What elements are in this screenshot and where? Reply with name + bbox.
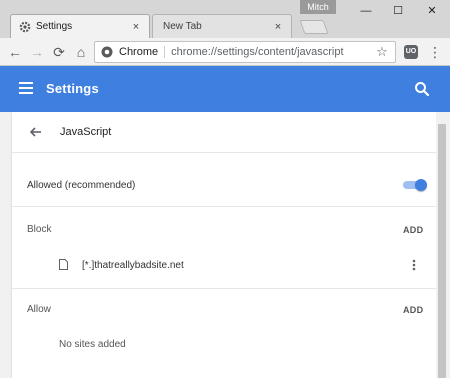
minimize-button[interactable]: — [352, 2, 380, 20]
allow-add-button[interactable]: ADD [403, 305, 423, 315]
page-title: JavaScript [60, 126, 112, 138]
tab-title: Settings [36, 21, 73, 32]
home-button[interactable]: ⌂ [72, 43, 90, 61]
tab-new-tab[interactable]: New Tab × [152, 14, 292, 38]
block-add-button[interactable]: ADD [403, 225, 423, 235]
menu-icon[interactable] [19, 82, 33, 94]
back-arrow-icon[interactable] [28, 124, 44, 140]
file-icon [59, 259, 68, 270]
blocked-site-pattern: [*.]thatreallybadsite.net [82, 260, 184, 271]
omnibox-chip: Chrome [119, 46, 166, 58]
allow-section-label: Allow [27, 304, 51, 315]
toggle-knob [415, 179, 427, 191]
block-section-label: Block [27, 224, 52, 235]
divider [12, 206, 436, 207]
divider [12, 152, 436, 153]
settings-header: Settings [0, 66, 450, 112]
gear-icon [19, 21, 31, 32]
search-icon[interactable] [414, 81, 430, 97]
scrollbar-thumb[interactable] [438, 124, 446, 378]
divider [12, 288, 436, 289]
back-button[interactable]: ← [6, 43, 24, 61]
address-bar[interactable]: Chrome chrome://settings/content/javascr… [94, 41, 396, 63]
reload-button[interactable]: ⟳ [50, 43, 68, 61]
tab-close-button[interactable]: × [271, 20, 285, 34]
more-actions-icon[interactable] [408, 258, 420, 272]
star-icon[interactable]: ☆ [375, 45, 389, 59]
tab-settings[interactable]: Settings × [10, 14, 150, 38]
extension-icon[interactable]: UO [404, 45, 418, 59]
profile-badge[interactable]: Mitch [300, 0, 336, 14]
title-bar: Mitch — ☐ ✕ Settings × New Tab × [0, 0, 450, 38]
close-window-button[interactable]: ✕ [418, 2, 446, 20]
new-tab-button[interactable] [299, 20, 329, 34]
tab-title: New Tab [163, 21, 202, 32]
allowed-toggle[interactable] [403, 179, 427, 191]
omnibox-url[interactable]: chrome://settings/content/javascript [171, 46, 375, 58]
chrome-icon [101, 46, 113, 58]
forward-button[interactable]: → [28, 43, 46, 61]
allow-empty-text: No sites added [59, 339, 126, 350]
tab-close-button[interactable]: × [129, 20, 143, 34]
allowed-label: Allowed (recommended) [27, 180, 136, 191]
maximize-button[interactable]: ☐ [384, 2, 412, 20]
browser-menu-button[interactable]: ⋮ [428, 43, 442, 61]
browser-toolbar: ← → ⟳ ⌂ Chrome chrome://settings/content… [0, 38, 450, 66]
header-title: Settings [46, 81, 99, 96]
